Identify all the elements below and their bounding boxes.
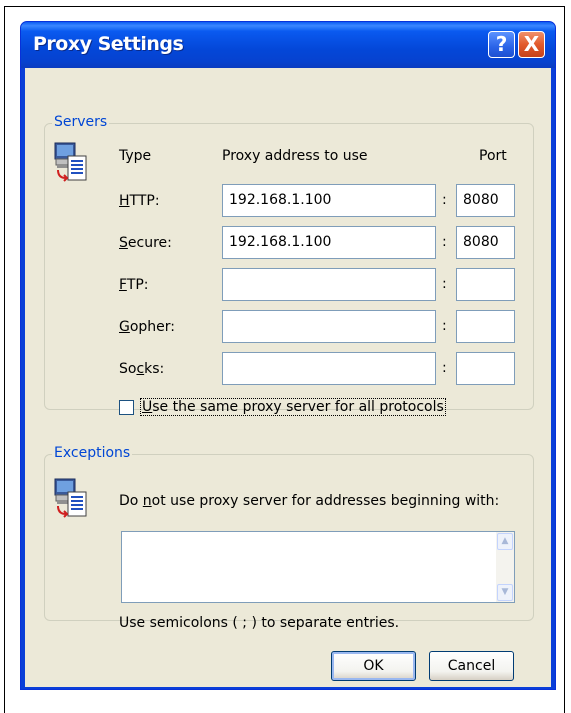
secure-colon: :: [442, 234, 447, 250]
scroll-up-icon[interactable]: ▲: [497, 533, 513, 550]
socks-colon: :: [442, 360, 447, 376]
window-title: Proxy Settings: [33, 33, 184, 55]
title-bar[interactable]: Proxy Settings ? X: [21, 22, 555, 68]
gopher-port-input[interactable]: [456, 310, 515, 343]
type-header: Type: [119, 148, 152, 164]
ok-button[interactable]: OK: [331, 651, 416, 681]
port-header: Port: [479, 148, 507, 164]
ftp-label: FTP:: [119, 277, 149, 293]
dialog-body: Servers Type Proxy address to use Port H…: [25, 68, 551, 687]
same-proxy-checkbox[interactable]: [119, 400, 134, 415]
http-address-input[interactable]: 192.168.1.100: [222, 184, 436, 217]
http-port-input[interactable]: 8080: [456, 184, 515, 217]
servers-legend: Servers: [52, 114, 110, 130]
same-proxy-label[interactable]: Use the same proxy server for all protoc…: [140, 398, 446, 416]
http-label: HTTP:: [119, 193, 160, 209]
exceptions-legend: Exceptions: [52, 445, 133, 461]
secure-address-input[interactable]: 192.168.1.100: [222, 226, 436, 259]
gopher-colon: :: [442, 318, 447, 334]
socks-address-input[interactable]: [222, 352, 436, 385]
secure-port-input[interactable]: 8080: [456, 226, 515, 259]
cancel-button[interactable]: Cancel: [429, 651, 514, 681]
socks-port-input[interactable]: [456, 352, 515, 385]
exceptions-description: Do not use proxy server for addresses be…: [119, 493, 500, 509]
secure-label: Secure:: [119, 235, 172, 251]
scroll-down-icon[interactable]: ▼: [497, 584, 513, 601]
gopher-label: Gopher:: [119, 319, 176, 335]
address-header: Proxy address to use: [222, 148, 368, 164]
ftp-colon: :: [442, 276, 447, 292]
exceptions-scrollbar[interactable]: ▲ ▼: [496, 532, 514, 602]
help-icon: ?: [495, 32, 508, 56]
exceptions-hint: Use semicolons ( ; ) to separate entries…: [119, 615, 400, 631]
exceptions-textarea[interactable]: ▲ ▼: [121, 531, 515, 603]
ftp-address-input[interactable]: [222, 268, 436, 301]
http-colon: :: [442, 192, 447, 208]
network-computer-icon: [54, 478, 87, 518]
proxy-settings-dialog: Proxy Settings ? X Servers Type Proxy ad…: [20, 21, 556, 690]
socks-label: Socks:: [119, 361, 165, 377]
help-button[interactable]: ?: [488, 31, 515, 58]
ftp-port-input[interactable]: [456, 268, 515, 301]
network-computer-icon: [54, 142, 87, 182]
close-button[interactable]: X: [518, 31, 545, 58]
gopher-address-input[interactable]: [222, 310, 436, 343]
close-icon: X: [523, 32, 540, 56]
